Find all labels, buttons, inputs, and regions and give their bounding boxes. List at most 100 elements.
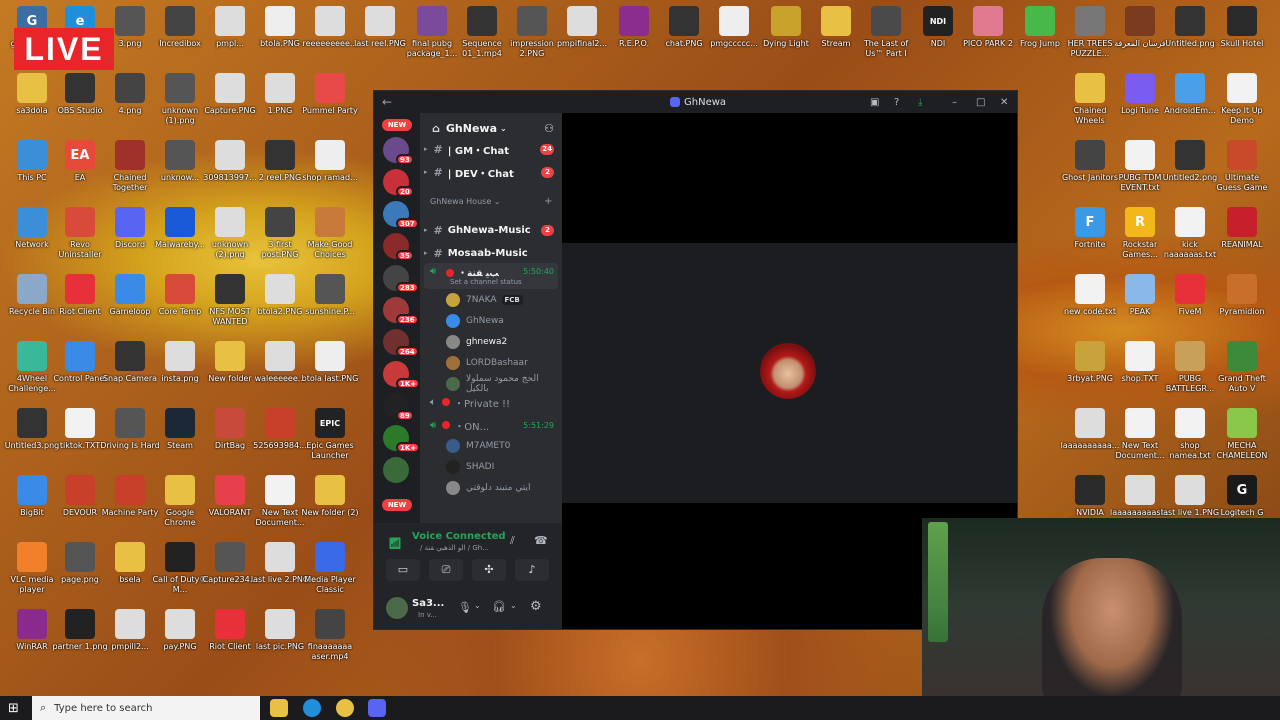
avatar <box>446 481 460 495</box>
server-name: GhNewa <box>445 121 497 135</box>
inbox-icon[interactable]: ▣ <box>870 97 879 108</box>
app-icon <box>1125 6 1155 36</box>
desktop-icon[interactable]: Ultimate Guess Game <box>1214 136 1270 198</box>
disconnect-icon[interactable]: ☎ <box>534 534 548 547</box>
channel-ghnewa-music[interactable]: ▸ # GhNewa-Music 2 <box>420 221 562 239</box>
voice-channel-active[interactable]: 🔊︎ ・ﺐﻴ ﻘﻨﺔ 5:50:40 Set a channel status <box>424 263 558 289</box>
desktop-icon[interactable]: PICO PARK 2 <box>960 2 1016 64</box>
desktop-icon[interactable]: EPIC Epic Games Launcher <box>302 404 358 466</box>
voice-member[interactable]: 7NAKA FCB <box>446 291 556 309</box>
new-pill-bottom[interactable]: NEW <box>382 499 412 511</box>
desktop-icon[interactable]: AndroidEm... <box>1162 69 1218 131</box>
desktop-icon[interactable]: Pummel Party <box>302 69 358 131</box>
voice-member[interactable]: LORDBashaar <box>446 354 556 372</box>
desktop-icon[interactable]: Untitled.png <box>1162 2 1218 64</box>
category-header[interactable]: GhNewa House ⌄ <box>430 197 500 206</box>
minimize-icon[interactable]: – <box>952 97 957 108</box>
server-icon[interactable] <box>383 457 409 483</box>
screenshare-button[interactable]: ⎚ <box>429 559 463 581</box>
channel-list[interactable]: ⌂ GhNewa ⌄ ⚇ ▸ # | GM・Chat 24 ▸ # | DEV・… <box>420 113 562 523</box>
voice-member[interactable]: GhNewa <box>446 312 556 330</box>
back-arrow-icon[interactable]: ← <box>382 95 392 109</box>
desktop-icon-label: pmgccccc... <box>710 39 758 48</box>
app-icon <box>1075 475 1105 505</box>
desktop-icon[interactable]: Keep It Up Demo <box>1214 69 1270 131</box>
chevron-down-icon[interactable]: ⌄ <box>510 601 517 610</box>
headphones-icon[interactable]: 🎧︎ <box>492 600 506 613</box>
voice-channel-on[interactable]: 🔊︎ ・ON... 5:51:29 <box>420 416 562 434</box>
file-explorer-icon[interactable] <box>270 699 288 717</box>
app-icon <box>1125 475 1155 505</box>
desktop-icon[interactable]: Make Good Choices <box>302 203 358 265</box>
voice-member[interactable]: M7AMET0 <box>446 437 556 455</box>
speaker-avatar[interactable] <box>760 343 816 399</box>
chrome-icon[interactable] <box>336 699 354 717</box>
desktop-icon[interactable]: Media Player Classic <box>302 538 358 600</box>
desktop-icon[interactable]: shop namea.txt <box>1162 404 1218 466</box>
voice-channel-private[interactable]: 🔈︎ ・Private !! <box>420 393 562 411</box>
voice-member[interactable]: SHADI <box>446 458 556 476</box>
server-header[interactable]: ⌂ GhNewa ⌄ ⚇ <box>420 113 562 143</box>
server-rail[interactable]: NEW 93 20 307 35 283 236 264 1K+ 89 1K+ NEW <box>374 113 421 523</box>
user-avatar[interactable] <box>386 597 408 619</box>
channel-status-hint[interactable]: Set a channel status <box>450 278 522 286</box>
taskbar-search[interactable]: ⌕ Type here to search <box>32 696 260 720</box>
user-panel[interactable]: Sa3... In v... 🎙︎ ⌄ 🎧︎ ⌄ ⚙ <box>374 587 562 629</box>
close-icon[interactable]: ✕ <box>1000 97 1008 108</box>
soundboard-button[interactable]: ♪ <box>515 559 549 581</box>
desktop-icon[interactable]: Grand Theft Auto V <box>1214 337 1270 399</box>
voice-channel-name: ・Private !! <box>454 398 511 410</box>
app-icon <box>215 140 245 170</box>
activities-button[interactable]: ✣ <box>472 559 506 581</box>
maximize-icon[interactable]: □ <box>976 97 985 108</box>
channel-dev-chat[interactable]: ▸ # | DEV・Chat 2 <box>420 163 562 181</box>
app-icon <box>821 6 851 36</box>
add-channel-icon[interactable]: + <box>544 196 552 207</box>
microphone-icon[interactable]: 🎙︎ <box>458 601 472 614</box>
voice-connected-label[interactable]: Voice Connected <box>412 531 506 542</box>
channel-gm-chat[interactable]: ▸ # | GM・Chat 24 <box>420 140 562 158</box>
discord-taskbar-icon[interactable] <box>368 699 386 717</box>
voice-member[interactable]: ايتي متبند دلوقتي <box>446 479 556 497</box>
add-member-icon[interactable]: ⚇ <box>544 122 554 135</box>
desktop-icon[interactable]: New folder (2) <box>301 471 359 533</box>
app-icon <box>165 6 195 36</box>
desktop-icon[interactable]: sunshine.P... <box>302 270 358 332</box>
voice-member[interactable]: الحج محمود سملولا بالكيل <box>446 374 556 394</box>
windows-start-icon[interactable]: ⊞ <box>8 701 19 716</box>
chevron-down-icon[interactable]: ⌄ <box>474 601 481 610</box>
desktop-icon[interactable]: MECHA CHAMELEON <box>1214 404 1270 466</box>
desktop-icon[interactable]: btola last.PNG <box>302 337 358 399</box>
desktop-icon[interactable]: REANIMAL <box>1214 203 1270 265</box>
voice-channel-name: ・ON... <box>454 421 490 433</box>
app-icon <box>1227 274 1257 304</box>
channel-mosaab-music[interactable]: ▸ # Mosaab-Music <box>420 244 562 262</box>
desktop-icon[interactable]: Skull Hotel <box>1214 2 1270 64</box>
desktop-icon[interactable]: The Last of Us™ Part I <box>858 2 914 64</box>
voice-connected-sub[interactable]: / الو الذهبي ﻘﻨﺔ / Gh... <box>420 544 489 552</box>
desktop-icon[interactable]: last reel.PNG <box>352 2 408 64</box>
app-icon <box>115 73 145 103</box>
desktop-icon[interactable]: Untitled2.png <box>1162 136 1218 198</box>
video-button[interactable]: ▭ <box>386 559 420 581</box>
help-icon[interactable]: ? <box>894 97 899 108</box>
desktop-icon[interactable]: shop ramad... <box>302 136 358 198</box>
new-pill-top[interactable]: NEW <box>382 119 412 131</box>
desktop-icon[interactable]: pmpifinal2... <box>554 2 610 64</box>
desktop-icon-label: Media Player Classic <box>304 575 356 594</box>
app-icon <box>215 207 245 237</box>
webcam-overlay <box>922 518 1280 696</box>
desktop-icon-label: MECHA CHAMELEON <box>1216 441 1268 460</box>
desktop-icon[interactable]: kick naaaaaas.txt <box>1162 203 1218 265</box>
edge-icon[interactable] <box>303 699 321 717</box>
desktop-icon[interactable]: pmgccccc... <box>706 2 762 64</box>
desktop-icon[interactable]: finaaaaaaa aser.mp4 <box>302 605 358 667</box>
desktop-icon-label: kick naaaaaas.txt <box>1163 240 1217 259</box>
download-icon[interactable]: ⤓ <box>918 97 922 108</box>
desktop-icon[interactable]: PUBG BATTLEGR... <box>1162 337 1218 399</box>
voice-member[interactable]: ghnewa2 <box>446 333 556 351</box>
gear-icon[interactable]: ⚙ <box>530 599 542 614</box>
desktop-icon[interactable]: FiveM <box>1162 270 1218 332</box>
noise-suppression-icon[interactable]: ⫽ <box>510 534 515 548</box>
desktop-icon[interactable]: Pyramidion <box>1214 270 1270 332</box>
